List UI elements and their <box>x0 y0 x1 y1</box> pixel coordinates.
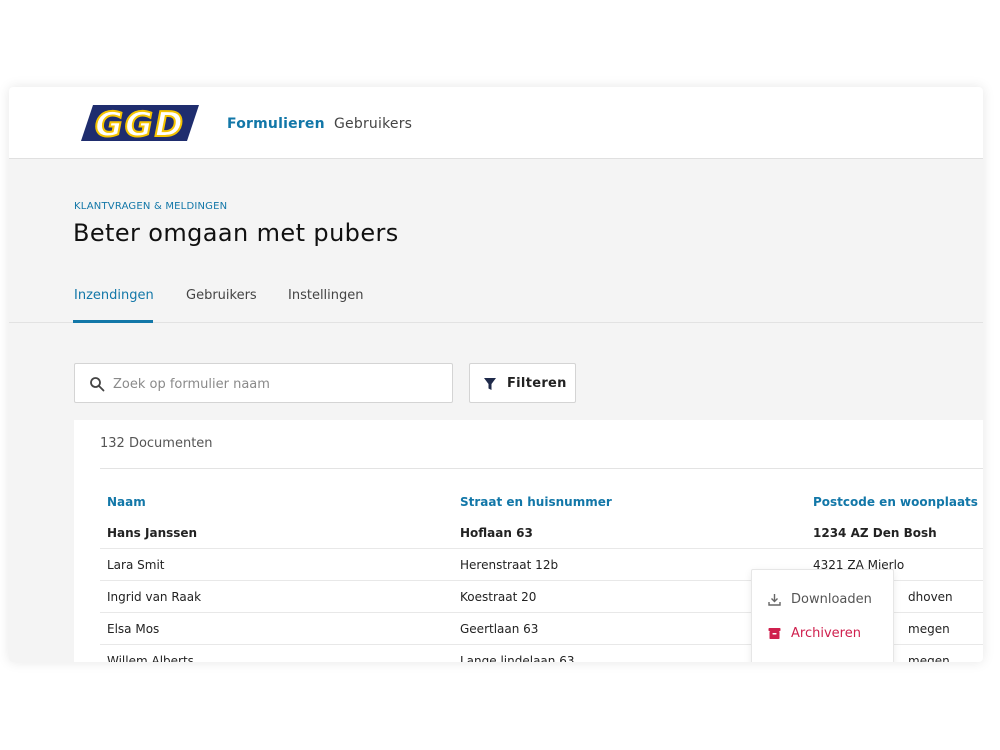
cell-naam: Ingrid van Raak <box>107 590 202 604</box>
filter-button[interactable]: Filteren <box>469 363 576 403</box>
nav-link-formulieren[interactable]: Formulieren <box>227 115 325 133</box>
cell-postcode: megen <box>908 654 950 662</box>
top-navigation-bar: GGD Formulieren Gebruikers <box>9 87 983 159</box>
cell-postcode: 1234 AZ Den Bosh <box>813 526 937 540</box>
tab-inzendingen[interactable]: Inzendingen <box>74 288 154 304</box>
document-count: 132 Documenten <box>100 436 213 451</box>
menu-label-downloaden: Downloaden <box>791 592 872 607</box>
cell-straat: Koestraat 20 <box>460 590 537 604</box>
ggd-logo[interactable]: GGD <box>81 103 201 143</box>
menu-label-archiveren: Archiveren <box>791 626 861 641</box>
cell-straat: Herenstraat 12b <box>460 558 559 572</box>
menu-item-archiveren[interactable]: Archiveren <box>768 624 892 644</box>
search-input[interactable] <box>113 373 443 395</box>
cell-postcode: dhoven <box>908 590 953 604</box>
cell-straat: Hoflaan 63 <box>460 526 533 540</box>
tab-bar: Inzendingen Gebruikers Instellingen <box>9 277 983 323</box>
app-window: GGD Formulieren Gebruikers KLANTVRAGEN &… <box>9 87 983 662</box>
tab-gebruikers[interactable]: Gebruikers <box>186 288 257 304</box>
download-icon <box>768 594 781 606</box>
table-row[interactable]: Hans Janssen Hoflaan 63 1234 AZ Den Bosh <box>100 517 983 549</box>
row-context-menu: Downloaden Archiveren <box>751 569 894 662</box>
tab-instellingen[interactable]: Instellingen <box>288 288 364 304</box>
ggd-logo-text: GGD <box>95 105 185 143</box>
page-title: Beter omgaan met pubers <box>73 219 399 247</box>
nav-link-gebruikers[interactable]: Gebruikers <box>334 115 412 133</box>
cell-straat: Geertlaan 63 <box>460 622 539 636</box>
filter-icon <box>484 378 496 390</box>
archive-icon <box>768 628 781 639</box>
cell-postcode: megen <box>908 622 950 636</box>
cell-naam: Willem Alberts <box>107 654 194 662</box>
page-overline: KLANTVRAGEN & MELDINGEN <box>74 201 228 212</box>
cell-straat: Lange lindelaan 63 <box>460 654 575 662</box>
search-icon <box>90 377 105 392</box>
active-tab-indicator <box>73 320 153 323</box>
cell-naam: Elsa Mos <box>107 622 160 636</box>
filter-button-label: Filteren <box>507 376 567 391</box>
search-box[interactable] <box>74 363 453 403</box>
divider <box>100 468 983 469</box>
column-header-postcode[interactable]: Postcode en woonplaats <box>813 494 978 510</box>
column-header-straat[interactable]: Straat en huisnummer <box>460 494 612 510</box>
menu-item-downloaden[interactable]: Downloaden <box>768 590 892 610</box>
column-header-naam[interactable]: Naam <box>107 494 146 510</box>
cell-naam: Hans Janssen <box>107 526 198 540</box>
cell-naam: Lara Smit <box>107 558 165 572</box>
